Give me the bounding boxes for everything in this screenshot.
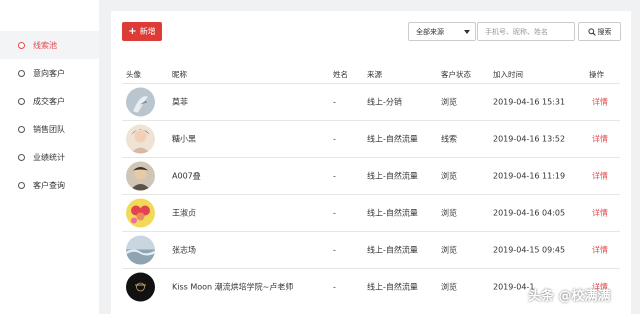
sidebar-item-customer-query[interactable]: 客户查询 [0,171,99,199]
name-cell: - [333,171,336,180]
header-nickname: 昵称 [172,70,187,79]
status-cell: 浏览 [441,97,457,106]
radio-circle-icon [18,153,25,161]
sidebar-item-intent-customers[interactable]: 意向客户 [0,59,99,87]
status-cell: 浏览 [441,245,457,254]
avatar [126,87,155,116]
joined-cell: 2019-04-16 11:19 [493,171,566,180]
table-row: 王淑贞 - 线上-自然流量 浏览 2019-04-16 04:05 详情 [111,194,631,231]
joined-cell: 2019-04-16 15:31 [493,97,566,106]
nickname-cell: 莫菲 [172,97,188,106]
sidebar-item-lead-pool[interactable]: 线索池 [0,31,99,59]
row-divider [122,268,620,269]
add-button[interactable]: + 新增 [122,22,162,41]
source-cell: 线上-自然流量 [367,282,418,291]
name-cell: - [333,97,336,106]
source-cell: 线上-分销 [367,97,402,106]
status-cell: 浏览 [441,171,457,180]
avatar [126,198,155,227]
sidebar-item-performance[interactable]: 业绩统计 [0,143,99,171]
table-row: 莫菲 - 线上-分销 浏览 2019-04-16 15:31 详情 [111,83,631,120]
row-divider [122,194,620,195]
nickname-cell: 糖小黑 [172,134,196,143]
radio-circle-icon [18,41,25,49]
nickname-cell: A007叠 [172,171,201,180]
nickname-cell: 张志场 [172,245,196,254]
avatar [126,235,155,264]
table-row: A007叠 - 线上-自然流量 浏览 2019-04-16 11:19 详情 [111,157,631,194]
joined-cell: 2019-04-16 04:05 [493,208,566,217]
row-divider [122,157,620,158]
source-cell: 线上-自然流量 [367,134,418,143]
name-cell: - [333,282,336,291]
radio-circle-icon [18,125,25,133]
source-select-value: 全部来源 [416,27,444,36]
avatar [126,124,155,153]
sidebar-item-label: 销售团队 [33,124,65,134]
add-button-label: 新增 [139,27,156,36]
search-icon [587,27,596,36]
name-cell: - [333,134,336,143]
source-cell: 线上-自然流量 [367,245,418,254]
status-cell: 浏览 [441,282,457,291]
name-cell: - [333,208,336,217]
detail-link[interactable]: 详情 [592,170,608,181]
avatar [126,272,155,301]
search-button[interactable]: 搜索 [578,22,621,41]
sidebar-item-label: 业绩统计 [33,152,65,162]
search-input[interactable] [477,22,575,41]
watermark: 头条 @校满满 [528,289,611,304]
header-action: 操作 [589,70,604,79]
row-divider [122,83,620,84]
source-cell: 线上-自然流量 [367,171,418,180]
header-joined: 加入时间 [493,70,523,79]
detail-link[interactable]: 详情 [592,96,608,107]
radio-circle-icon [18,69,25,77]
nickname-cell: Kiss Moon 潮流烘培学院~卢老师 [172,282,294,291]
header-name: 姓名 [333,70,348,79]
nickname-cell: 王淑贞 [172,208,196,217]
sidebar-item-label: 客户查询 [33,180,65,190]
source-select[interactable]: 全部来源 [408,22,476,41]
source-cell: 线上-自然流量 [367,208,418,217]
header-avatar: 头像 [126,70,141,79]
detail-link[interactable]: 详情 [592,133,608,144]
sidebar: 线索池 意向客户 成交客户 销售团队 业绩统计 客户查询 [0,0,99,314]
name-cell: - [333,245,336,254]
radio-circle-icon [18,97,25,105]
search-button-label: 搜索 [597,27,612,36]
main-panel: + 新增 全部来源 搜索 头像 昵称 姓名 来源 客户状态 加入时间 操作 莫菲… [111,11,631,314]
header-source: 来源 [367,70,382,79]
sidebar-item-sales-team[interactable]: 销售团队 [0,115,99,143]
header-status: 客户状态 [441,70,471,79]
avatar [126,161,155,190]
joined-cell: 2019-04-15 09:45 [493,245,566,254]
plus-icon: + [128,25,137,37]
table-row: 糖小黑 - 线上-自然流量 线索 2019-04-16 13:52 详情 [111,120,631,157]
sidebar-item-label: 线索池 [33,40,57,50]
sidebar-item-label: 意向客户 [33,68,65,78]
status-cell: 浏览 [441,208,457,217]
status-cell: 线索 [441,134,457,143]
caret-down-icon [464,30,470,34]
sidebar-item-label: 成交客户 [33,96,65,106]
row-divider [122,120,620,121]
table-row: 张志场 - 线上-自然流量 浏览 2019-04-15 09:45 详情 [111,231,631,268]
row-divider [122,231,620,232]
detail-link[interactable]: 详情 [592,207,608,218]
detail-link[interactable]: 详情 [592,244,608,255]
joined-cell: 2019-04-16 13:52 [493,134,566,143]
radio-circle-icon [18,181,25,189]
sidebar-item-closed-customers[interactable]: 成交客户 [0,87,99,115]
